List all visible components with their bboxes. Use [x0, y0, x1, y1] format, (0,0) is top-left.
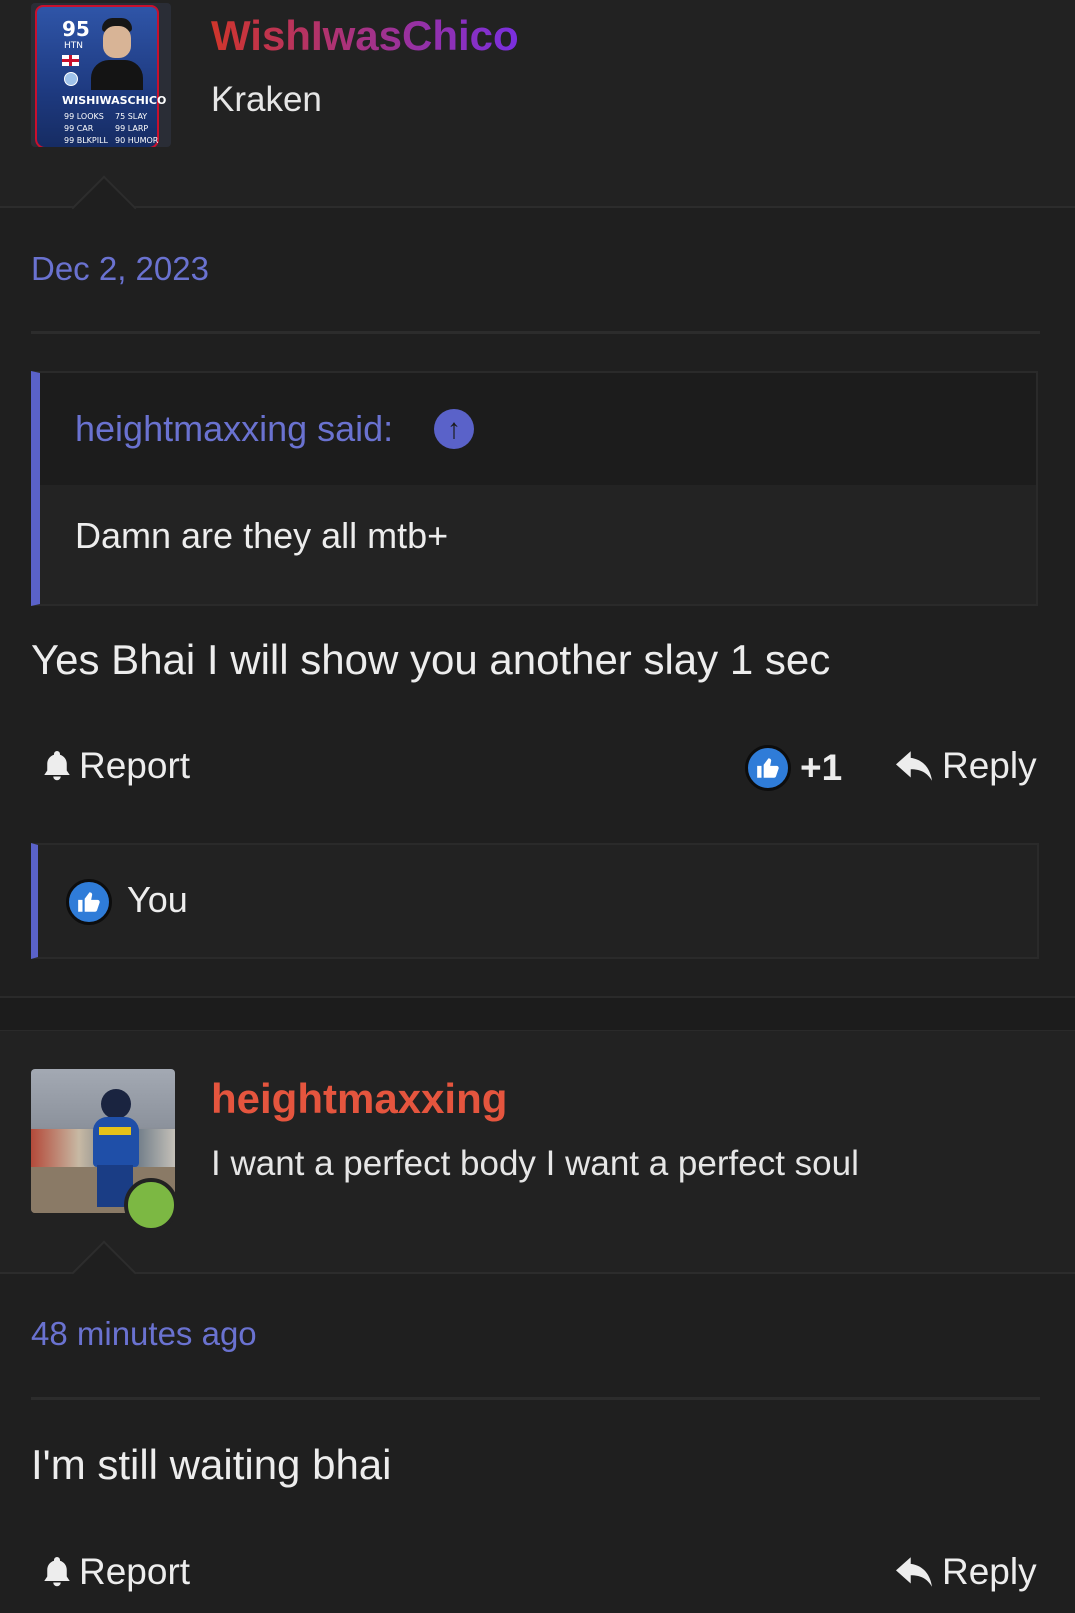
post1-username[interactable]: WishIwasChico	[211, 12, 519, 60]
thumbs-up-icon	[757, 758, 779, 778]
quote-block: heightmaxxing said: ↑ Damn are they all …	[31, 371, 1038, 606]
quote-body: Damn are they all mtb+	[40, 485, 1036, 604]
reply-label: Reply	[942, 1551, 1037, 1592]
report-button[interactable]: Report	[39, 745, 190, 787]
reply-button[interactable]: Reply	[894, 745, 1037, 787]
card-stat: 75 SLAY	[115, 112, 148, 121]
post1-message: Yes Bhai I will show you another slay 1 …	[31, 636, 831, 683]
online-status-indicator	[124, 1178, 178, 1232]
reply-icon	[896, 751, 932, 781]
post2-user-title: I want a perfect body I want a perfect s…	[211, 1144, 859, 1183]
post2-date-divider	[31, 1397, 1040, 1400]
player-photo	[89, 18, 145, 90]
post2-message: I'm still waiting bhai	[31, 1441, 392, 1488]
quote-header: heightmaxxing said: ↑	[40, 373, 1036, 485]
card-stat: 99 CAR	[64, 124, 94, 133]
post-separator	[0, 996, 1075, 1032]
card-stat: 99 LARP	[115, 124, 149, 133]
card-stat: 99 LOOKS	[64, 112, 104, 121]
post1-header-divider	[0, 206, 1075, 208]
post1-user-title: Kraken	[211, 80, 322, 119]
club-badge-icon	[64, 72, 78, 86]
report-button[interactable]: Report	[39, 1551, 190, 1593]
bell-icon	[44, 751, 70, 781]
reply-icon	[896, 1557, 932, 1587]
thumbs-up-icon	[78, 892, 100, 912]
card-position: HTN	[64, 41, 83, 51]
post1-date[interactable]: Dec 2, 2023	[31, 250, 209, 288]
reply-label: Reply	[942, 745, 1037, 786]
post2-date[interactable]: 48 minutes ago	[31, 1315, 257, 1353]
likes-summary-bar[interactable]: You	[31, 843, 1039, 959]
card-player-name: WISHIWASCHICO	[62, 94, 167, 107]
likes-count[interactable]: +1	[800, 747, 842, 789]
report-label: Report	[79, 745, 191, 786]
post2-header-divider	[0, 1272, 1075, 1274]
quote-text: Damn are they all mtb+	[75, 515, 449, 556]
post1-avatar[interactable]: 95 HTN WISHIWASCHICO 99 LOOKS 75 SLAY 99…	[31, 3, 171, 147]
arrow-up-icon[interactable]: ↑	[434, 409, 474, 449]
bell-icon	[44, 1557, 70, 1587]
liked-by-text[interactable]: You	[127, 879, 188, 921]
quote-author[interactable]: heightmaxxing said:	[75, 408, 393, 450]
post2-username[interactable]: heightmaxxing	[211, 1075, 507, 1123]
card-stat: 99 BLKPILL	[64, 136, 109, 145]
flag-icon	[62, 55, 79, 66]
like-icon[interactable]	[745, 745, 791, 791]
report-label: Report	[79, 1551, 191, 1592]
post1-date-divider	[31, 331, 1040, 334]
reply-button[interactable]: Reply	[894, 1551, 1037, 1593]
card-stat: 90 HUMOR	[115, 136, 159, 145]
like-icon	[66, 879, 112, 925]
card-rating: 95	[62, 17, 90, 41]
